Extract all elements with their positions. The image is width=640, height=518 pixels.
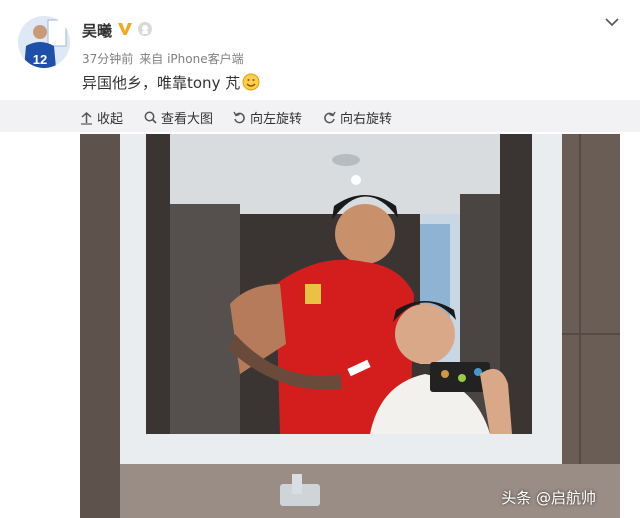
rotate-right-label: 向右旋转	[340, 112, 393, 127]
image-toolbar: 收起 查看大图 向左旋转 向右旋转	[0, 100, 640, 132]
collapse-label: 收起	[97, 112, 124, 127]
post-text-content: 异国他乡，唯靠tony 芃	[82, 74, 241, 92]
post-source: 来自 iPhone客户端	[139, 52, 244, 66]
photo-watermark: 头条 @启航帅	[501, 489, 596, 507]
post-time[interactable]: 37分钟前	[82, 52, 133, 66]
avatar-jersey-number: 12	[33, 52, 47, 67]
rotate-left-label: 向左旋转	[250, 112, 303, 127]
post-meta: 37分钟前 来自 iPhone客户端	[82, 50, 244, 67]
collapse-arrow-icon	[80, 111, 93, 125]
member-badge-icon	[137, 21, 153, 41]
username[interactable]: 吴曦	[82, 20, 112, 41]
view-large-button[interactable]: 查看大图	[144, 108, 213, 127]
post-photo[interactable]: 头条 @启航帅	[80, 134, 620, 518]
rotate-right-icon	[323, 111, 336, 124]
collapse-button[interactable]: 收起	[80, 108, 123, 127]
avatar[interactable]: 12	[18, 16, 70, 68]
chevron-down-icon[interactable]	[604, 14, 620, 34]
verified-v-icon	[117, 21, 133, 41]
view-large-label: 查看大图	[161, 112, 214, 127]
rotate-left-button[interactable]: 向左旋转	[233, 108, 302, 127]
rotate-left-icon	[233, 111, 246, 124]
rotate-right-button[interactable]: 向右旋转	[323, 108, 392, 127]
emoji-icon	[242, 73, 260, 95]
post-header: 12 吴曦 37分钟前 来自 iPhone客户端 异国他乡，唯靠tony 芃	[0, 0, 640, 100]
magnifier-icon	[144, 111, 157, 124]
post-text: 异国他乡，唯靠tony 芃	[82, 72, 260, 95]
